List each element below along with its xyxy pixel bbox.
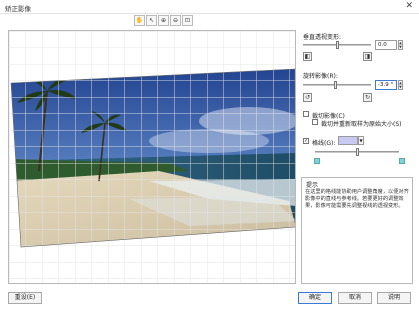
grid-size-slider-thumb[interactable] (356, 148, 359, 156)
fit-view-icon[interactable]: ⊡ (182, 15, 193, 26)
hand-tool-icon[interactable]: ✋ (134, 15, 145, 26)
crop-checkbox[interactable] (303, 111, 309, 117)
close-icon[interactable]: ✕ (405, 1, 413, 11)
rotate-cw-icon[interactable]: ↻ (363, 93, 372, 102)
pointer-tool-icon[interactable]: ↖ (146, 15, 157, 26)
perspective-value[interactable]: 0.0 (375, 40, 397, 50)
rotate-slider[interactable] (303, 84, 371, 86)
rotate-spinner[interactable]: ▲ ▼ (398, 80, 403, 90)
crop-resample-checkbox[interactable] (312, 119, 318, 125)
help-button[interactable]: 说明 (377, 292, 411, 304)
perspective-left-icon[interactable]: ◧ (303, 52, 312, 61)
hint-box: 提示 在这里的格线能协助用户调整角度，以便对齐影像中的直线与参考线。若要更好的调… (301, 177, 413, 284)
cancel-button[interactable]: 取消 (338, 292, 372, 304)
ok-button[interactable]: 确定 (298, 292, 332, 304)
zoom-in-icon[interactable]: ⊕ (158, 15, 169, 26)
image-preview[interactable] (8, 30, 296, 284)
perspective-spinner[interactable]: ▲ ▼ (398, 40, 403, 50)
rotate-value[interactable]: -3.9 ° (375, 80, 397, 90)
grid-label: 格线(G): (312, 140, 336, 147)
perspective-label: 垂直透视变形: (303, 34, 342, 41)
crop-resample-label: 裁切并重新取样为原始大小(S) (321, 121, 402, 128)
grid-large-icon (399, 158, 405, 164)
hint-text: 在这里的格线能协助用户调整角度，以便对齐影像中的直线与参考线。若要更好的调整效果… (305, 189, 409, 209)
grid-small-icon (314, 158, 320, 164)
rotate-ccw-icon[interactable]: ↺ (303, 93, 312, 102)
rotate-label: 旋转影像(R): (303, 73, 338, 80)
perspective-slider-thumb[interactable] (336, 41, 339, 49)
chevron-down-icon[interactable]: ▼ (358, 136, 364, 145)
zoom-out-icon[interactable]: ⊖ (170, 15, 181, 26)
title-bar: 矫正影像 ✕ (0, 0, 419, 14)
window-title: 矫正影像 (5, 5, 31, 13)
grid-overlay (9, 31, 295, 283)
preview-toolbar: ✋ ↖ ⊕ ⊖ ⊡ (134, 15, 193, 28)
rotate-slider-thumb[interactable] (334, 81, 337, 89)
hint-title: 提示 (306, 182, 319, 189)
grid-checkbox[interactable]: ✓ (303, 138, 309, 144)
grid-color-swatch[interactable] (338, 136, 358, 145)
reset-button[interactable]: 重设(E) (8, 292, 42, 304)
perspective-right-icon[interactable]: ◨ (363, 52, 372, 61)
preview-canvas (9, 31, 295, 283)
